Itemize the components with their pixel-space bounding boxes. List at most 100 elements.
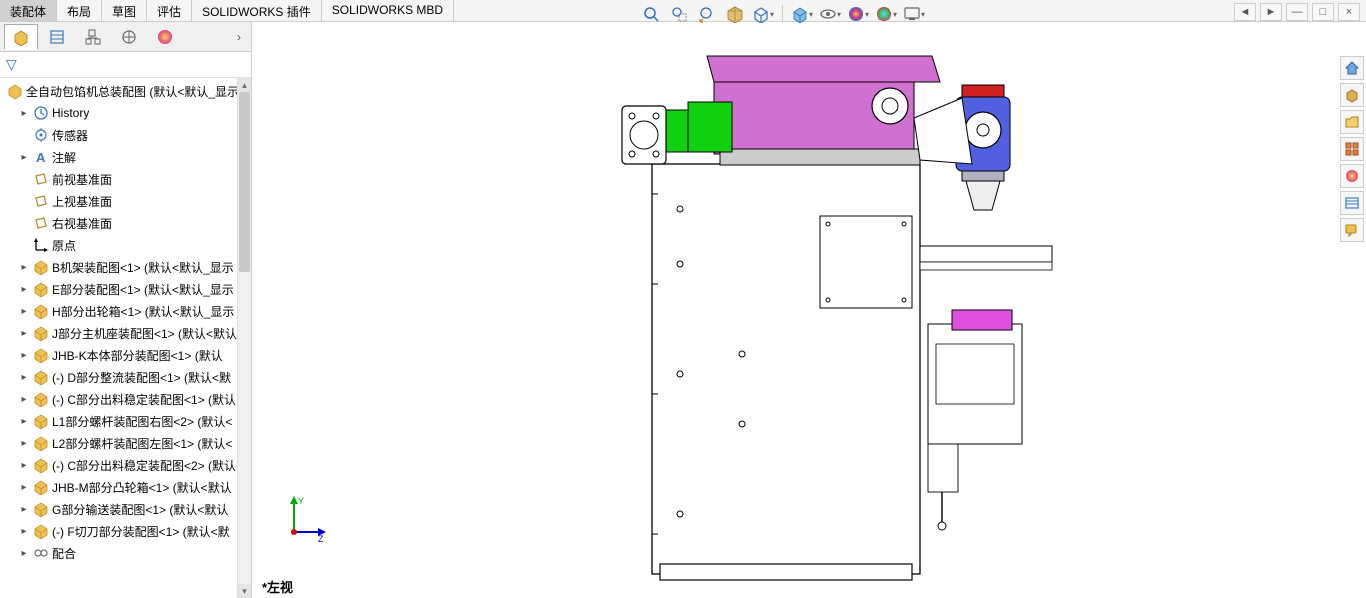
tree-item-label: (-) C部分出料稳定装配图<1> (默认 bbox=[52, 391, 236, 408]
expand-toggle[interactable]: ▸ bbox=[18, 482, 30, 493]
tree-item[interactable]: 右视基准面 bbox=[0, 212, 251, 234]
sensor-icon bbox=[32, 126, 50, 144]
tree-item-label: H部分出轮箱<1> (默认<默认_显示 bbox=[52, 303, 234, 320]
tree-item[interactable]: ▸ JHB-M部分凸轮箱<1> (默认<默认 bbox=[0, 476, 251, 498]
hide-show-items-icon[interactable]: ▾ bbox=[819, 3, 841, 25]
manager-pane-tabs: › bbox=[0, 22, 251, 52]
tree-item[interactable]: ▸ H部分出轮箱<1> (默认<默认_显示 bbox=[0, 300, 251, 322]
expand-toggle[interactable]: ▸ bbox=[18, 262, 30, 273]
tree-item-label: 前视基准面 bbox=[52, 171, 112, 188]
tree-item[interactable]: ▸配合 bbox=[0, 542, 251, 564]
scroll-up-button[interactable]: ▴ bbox=[238, 78, 251, 92]
view-label: *左视 bbox=[262, 577, 293, 596]
tab-layout[interactable]: 布局 bbox=[57, 0, 102, 21]
expand-toggle[interactable]: ▸ bbox=[18, 284, 30, 295]
tree-item[interactable]: ▸G部分输送装配图<1> (默认<默认 bbox=[0, 498, 251, 520]
tree-item-label: E部分装配图<1> (默认<默认_显示 bbox=[52, 281, 234, 298]
display-manager-tab[interactable] bbox=[148, 24, 182, 50]
section-view-icon[interactable] bbox=[724, 3, 746, 25]
tree-item-label: 注解 bbox=[52, 149, 76, 166]
orientation-triad[interactable]: Y Z bbox=[276, 494, 326, 544]
expand-toggle[interactable]: ▸ bbox=[18, 548, 30, 559]
tree-item[interactable]: 原点 bbox=[0, 234, 251, 256]
apply-scene-icon[interactable]: ▾ bbox=[875, 3, 897, 25]
forum-icon[interactable] bbox=[1340, 218, 1364, 242]
tab-sw-addins[interactable]: SOLIDWORKS 插件 bbox=[192, 0, 322, 21]
expand-toggle[interactable]: ▸ bbox=[18, 152, 30, 163]
svg-text:Y: Y bbox=[298, 496, 304, 506]
graphics-viewport[interactable]: Y Z *左视 bbox=[252, 22, 1366, 598]
tree-item[interactable]: ▸JHB-K本体部分装配图<1> (默认 bbox=[0, 344, 251, 366]
design-library-icon[interactable] bbox=[1340, 83, 1364, 107]
expand-toggle[interactable]: ▸ bbox=[18, 438, 30, 449]
tree-root-assembly[interactable]: 全自动包馅机总装配图 (默认<默认_显示 bbox=[0, 80, 251, 102]
view-settings-icon[interactable]: ▾ bbox=[903, 3, 925, 25]
svg-text:A: A bbox=[36, 150, 46, 165]
tree-item[interactable]: ▸ A 注解 bbox=[0, 146, 251, 168]
expand-toggle[interactable]: ▸ bbox=[18, 372, 30, 383]
maximize-button[interactable]: □ bbox=[1312, 3, 1334, 21]
tree-item[interactable]: ▸ (-) C部分出料稳定装配图<1> (默认 bbox=[0, 388, 251, 410]
expand-toggle[interactable]: ▸ bbox=[18, 416, 30, 427]
tree-item[interactable]: ▸History bbox=[0, 102, 251, 124]
expand-toggle[interactable]: ▸ bbox=[18, 526, 30, 537]
tree-item[interactable]: 前视基准面 bbox=[0, 168, 251, 190]
home-icon[interactable] bbox=[1340, 56, 1364, 80]
expand-toggle[interactable]: ▸ bbox=[18, 306, 30, 317]
expand-toggle[interactable]: ▸ bbox=[18, 460, 30, 471]
property-manager-tab[interactable] bbox=[40, 24, 74, 50]
heads-up-view-toolbar: ▾ ▾ ▾ ▾ ▾ ▾ bbox=[640, 3, 925, 25]
close-button[interactable]: × bbox=[1338, 3, 1360, 21]
previous-view-icon[interactable] bbox=[696, 3, 718, 25]
asm-icon bbox=[32, 258, 50, 276]
tree-item[interactable]: ▸J部分主机座装配图<1> (默认<默认 bbox=[0, 322, 251, 344]
expand-toggle[interactable]: ▸ bbox=[18, 350, 30, 361]
tree-item[interactable]: ▸B机架装配图<1> (默认<默认_显示 bbox=[0, 256, 251, 278]
tree-item[interactable]: 上视基准面 bbox=[0, 190, 251, 212]
edit-appearance-icon[interactable]: ▾ bbox=[847, 3, 869, 25]
tree-item-label: 传感器 bbox=[52, 127, 88, 144]
chevron-down-icon: ▾ bbox=[837, 10, 841, 19]
configuration-manager-tab[interactable] bbox=[76, 24, 110, 50]
minimize-button[interactable]: — bbox=[1286, 3, 1308, 21]
expand-toggle[interactable]: ▸ bbox=[18, 108, 30, 119]
tab-evaluate[interactable]: 评估 bbox=[147, 0, 192, 21]
scrollbar-thumb[interactable] bbox=[239, 92, 250, 272]
task-pane-rail bbox=[1340, 56, 1366, 242]
zoom-to-fit-icon[interactable] bbox=[640, 3, 662, 25]
expand-toggle[interactable]: ▸ bbox=[18, 504, 30, 515]
view-orientation-icon[interactable]: ▾ bbox=[752, 3, 774, 25]
display-style-icon[interactable]: ▾ bbox=[791, 3, 813, 25]
next-doc-button[interactable]: ► bbox=[1260, 3, 1282, 21]
panel-more-button[interactable]: › bbox=[231, 30, 247, 44]
view-palette-icon[interactable] bbox=[1340, 137, 1364, 161]
expand-toggle[interactable]: ▸ bbox=[18, 394, 30, 405]
filter-funnel-icon[interactable]: ▽ bbox=[6, 56, 17, 73]
tab-sketch[interactable]: 草图 bbox=[102, 0, 147, 21]
appearances-icon[interactable] bbox=[1340, 164, 1364, 188]
tab-assembly[interactable]: 装配体 bbox=[0, 0, 57, 21]
feature-manager-tab[interactable] bbox=[4, 24, 38, 50]
tab-sw-mbd[interactable]: SOLIDWORKS MBD bbox=[322, 0, 454, 21]
tree-scrollbar[interactable]: ▴ ▾ bbox=[237, 78, 251, 598]
tree-item[interactable]: 传感器 bbox=[0, 124, 251, 146]
tree-item[interactable]: ▸ (-) F切刀部分装配图<1> (默认<默 bbox=[0, 520, 251, 542]
tree-item[interactable]: ▸(-) D部分整流装配图<1> (默认<默 bbox=[0, 366, 251, 388]
scroll-down-button[interactable]: ▾ bbox=[238, 584, 251, 598]
dimxpert-manager-tab[interactable] bbox=[112, 24, 146, 50]
prev-doc-button[interactable]: ◄ bbox=[1234, 3, 1256, 21]
tree-item[interactable]: ▸ L2部分螺杆装配图左图<1> (默认< bbox=[0, 432, 251, 454]
chevron-down-icon: ▾ bbox=[809, 10, 813, 19]
tree-item[interactable]: ▸L1部分螺杆装配图右图<2> (默认< bbox=[0, 410, 251, 432]
tree-item-label: (-) F切刀部分装配图<1> (默认<默 bbox=[52, 523, 230, 540]
tree-item[interactable]: ▸(-) C部分出料稳定装配图<2> (默认 bbox=[0, 454, 251, 476]
tree-item[interactable]: ▸ E部分装配图<1> (默认<默认_显示 bbox=[0, 278, 251, 300]
expand-toggle[interactable]: ▸ bbox=[18, 328, 30, 339]
file-explorer-icon[interactable] bbox=[1340, 110, 1364, 134]
tree-item-label: L2部分螺杆装配图左图<1> (默认< bbox=[52, 435, 232, 452]
tree-item-label: JHB-M部分凸轮箱<1> (默认<默认 bbox=[52, 479, 232, 496]
zoom-to-area-icon[interactable] bbox=[668, 3, 690, 25]
svg-text:Z: Z bbox=[318, 534, 324, 544]
assembly-icon bbox=[6, 82, 24, 100]
custom-properties-icon[interactable] bbox=[1340, 191, 1364, 215]
